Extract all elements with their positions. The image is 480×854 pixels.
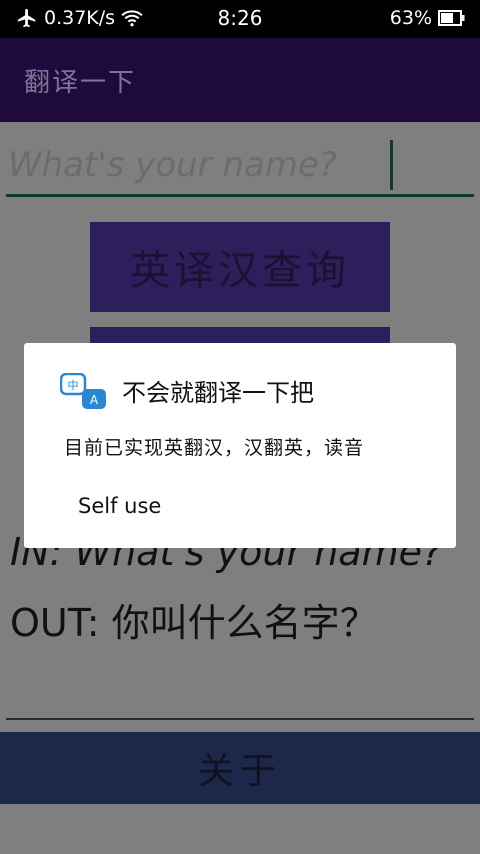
text-cursor — [390, 140, 393, 190]
query-button[interactable]: 英译汉查询 — [90, 222, 390, 312]
dialog-message: 目前已实现英翻汉，汉翻英，读音 — [64, 437, 365, 459]
status-right: 63% — [390, 7, 466, 29]
battery-icon — [438, 9, 466, 27]
about-button[interactable]: 关于 — [0, 732, 480, 804]
app-bar: 翻译一下 — [0, 38, 480, 122]
divider — [6, 718, 474, 720]
dialog-footer: Self use — [78, 494, 162, 518]
input-underline — [6, 194, 474, 197]
app-title: 翻译一下 — [24, 68, 137, 98]
name-input[interactable] — [8, 140, 383, 190]
svg-text:中: 中 — [68, 379, 79, 392]
dialog-title: 不会就翻译一下把 — [122, 379, 314, 407]
about-dialog: 中 A 不会就翻译一下把 目前已实现英翻汉，汉翻英，读音 Self use — [24, 343, 456, 548]
svg-text:A: A — [90, 393, 99, 407]
battery-percent: 63% — [389, 7, 432, 29]
translate-icon: 中 A — [59, 372, 108, 411]
status-bar: 0.37K/s 8:26 63% — [0, 0, 480, 38]
output-translation-text: OUT: 你叫什么名字？ — [10, 601, 378, 645]
